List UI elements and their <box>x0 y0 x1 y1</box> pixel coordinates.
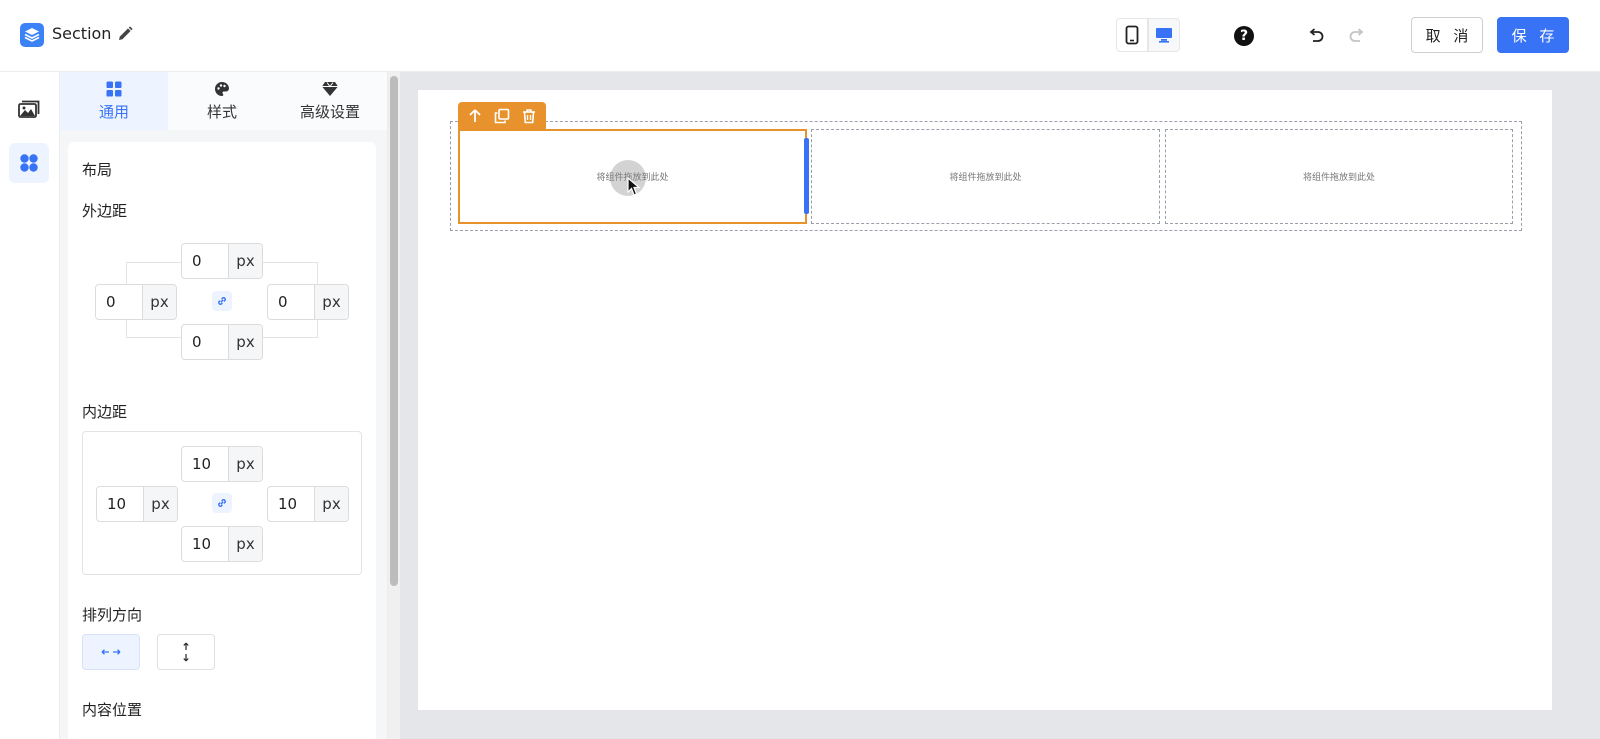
undo-icon[interactable] <box>1306 26 1326 46</box>
margin-top-input[interactable]: 0 px <box>181 243 263 279</box>
column-2[interactable]: 将组件拖放到此处 <box>811 129 1160 224</box>
rail-item-components[interactable] <box>9 143 49 183</box>
tab-advanced-label: 高级设置 <box>299 102 360 121</box>
padding-left-unit: px <box>143 487 177 521</box>
tab-style-label: 样式 <box>206 102 237 121</box>
padding-top-value[interactable]: 10 <box>182 447 228 481</box>
page-title: Section <box>52 24 112 43</box>
components-grid-icon <box>20 154 38 172</box>
panel-scrollbar[interactable] <box>388 72 400 739</box>
margin-top-unit: px <box>228 244 262 278</box>
direction-label: 排列方向 <box>82 606 143 624</box>
padding-link-icon[interactable] <box>212 493 232 513</box>
image-gallery-icon <box>18 100 40 118</box>
left-rail <box>0 72 60 739</box>
margin-label: 外边距 <box>82 202 128 220</box>
column-resize-handle[interactable] <box>804 138 809 214</box>
padding-top-unit: px <box>228 447 262 481</box>
top-bar: Section ? 取 消 保 存 <box>0 0 1600 72</box>
move-up-icon[interactable] <box>467 108 483 124</box>
horizontal-arrows-icon <box>101 649 121 655</box>
padding-top-input[interactable]: 10 px <box>181 446 263 482</box>
desktop-icon <box>1156 28 1172 43</box>
column-toolbar <box>458 102 546 129</box>
margin-left-input[interactable]: 0 px <box>95 284 177 320</box>
padding-left-input[interactable]: 10 px <box>96 486 178 522</box>
cancel-button[interactable]: 取 消 <box>1411 17 1483 53</box>
mobile-icon <box>1125 25 1139 45</box>
layers-logo-icon <box>20 23 44 47</box>
desktop-view-button[interactable] <box>1148 18 1180 52</box>
duplicate-icon[interactable] <box>494 108 510 124</box>
padding-right-value[interactable]: 10 <box>268 487 314 521</box>
margin-left-unit: px <box>142 285 176 319</box>
padding-label: 内边距 <box>82 403 128 421</box>
delete-icon[interactable] <box>521 108 537 124</box>
tab-advanced[interactable]: 高级设置 <box>276 72 384 130</box>
mouse-cursor-icon <box>627 177 641 196</box>
rail-item-media[interactable] <box>9 90 49 130</box>
settings-tabs: 通用 样式 高级设置 <box>60 72 387 130</box>
padding-right-input[interactable]: 10 px <box>267 486 349 522</box>
direction-horizontal-button[interactable] <box>82 634 140 670</box>
mobile-view-button[interactable] <box>1116 18 1148 52</box>
padding-left-value[interactable]: 10 <box>97 487 143 521</box>
margin-bottom-input[interactable]: 0 px <box>181 324 263 360</box>
help-icon[interactable]: ? <box>1234 26 1254 46</box>
padding-bottom-input[interactable]: 10 px <box>181 526 263 562</box>
scrollbar-thumb[interactable] <box>390 76 398 586</box>
margin-top-value[interactable]: 0 <box>182 244 228 278</box>
save-button[interactable]: 保 存 <box>1497 17 1569 53</box>
tab-style[interactable]: 样式 <box>168 72 276 130</box>
direction-vertical-button[interactable] <box>157 634 215 670</box>
pencil-edit-icon[interactable] <box>116 25 134 43</box>
vertical-arrows-icon <box>183 642 189 662</box>
palette-icon <box>215 81 229 96</box>
grid-icon <box>106 81 122 96</box>
margin-right-input[interactable]: 0 px <box>267 284 349 320</box>
content-position-label: 内容位置 <box>82 701 143 719</box>
padding-right-unit: px <box>314 487 348 521</box>
margin-right-unit: px <box>314 285 348 319</box>
margin-right-value[interactable]: 0 <box>268 285 314 319</box>
diamond-icon <box>322 81 338 96</box>
tab-general[interactable]: 通用 <box>60 72 168 130</box>
redo-icon[interactable] <box>1347 26 1367 46</box>
padding-bottom-unit: px <box>228 527 262 561</box>
margin-bottom-value[interactable]: 0 <box>182 325 228 359</box>
padding-bottom-value[interactable]: 10 <box>182 527 228 561</box>
column-placeholder: 将组件拖放到此处 <box>949 173 1022 183</box>
column-placeholder: 将组件拖放到此处 <box>1302 173 1375 183</box>
tab-general-label: 通用 <box>98 102 129 121</box>
margin-left-value[interactable]: 0 <box>96 285 142 319</box>
layout-heading: 布局 <box>82 161 113 179</box>
column-3[interactable]: 将组件拖放到此处 <box>1165 129 1513 224</box>
margin-link-icon[interactable] <box>212 291 232 311</box>
margin-bottom-unit: px <box>228 325 262 359</box>
